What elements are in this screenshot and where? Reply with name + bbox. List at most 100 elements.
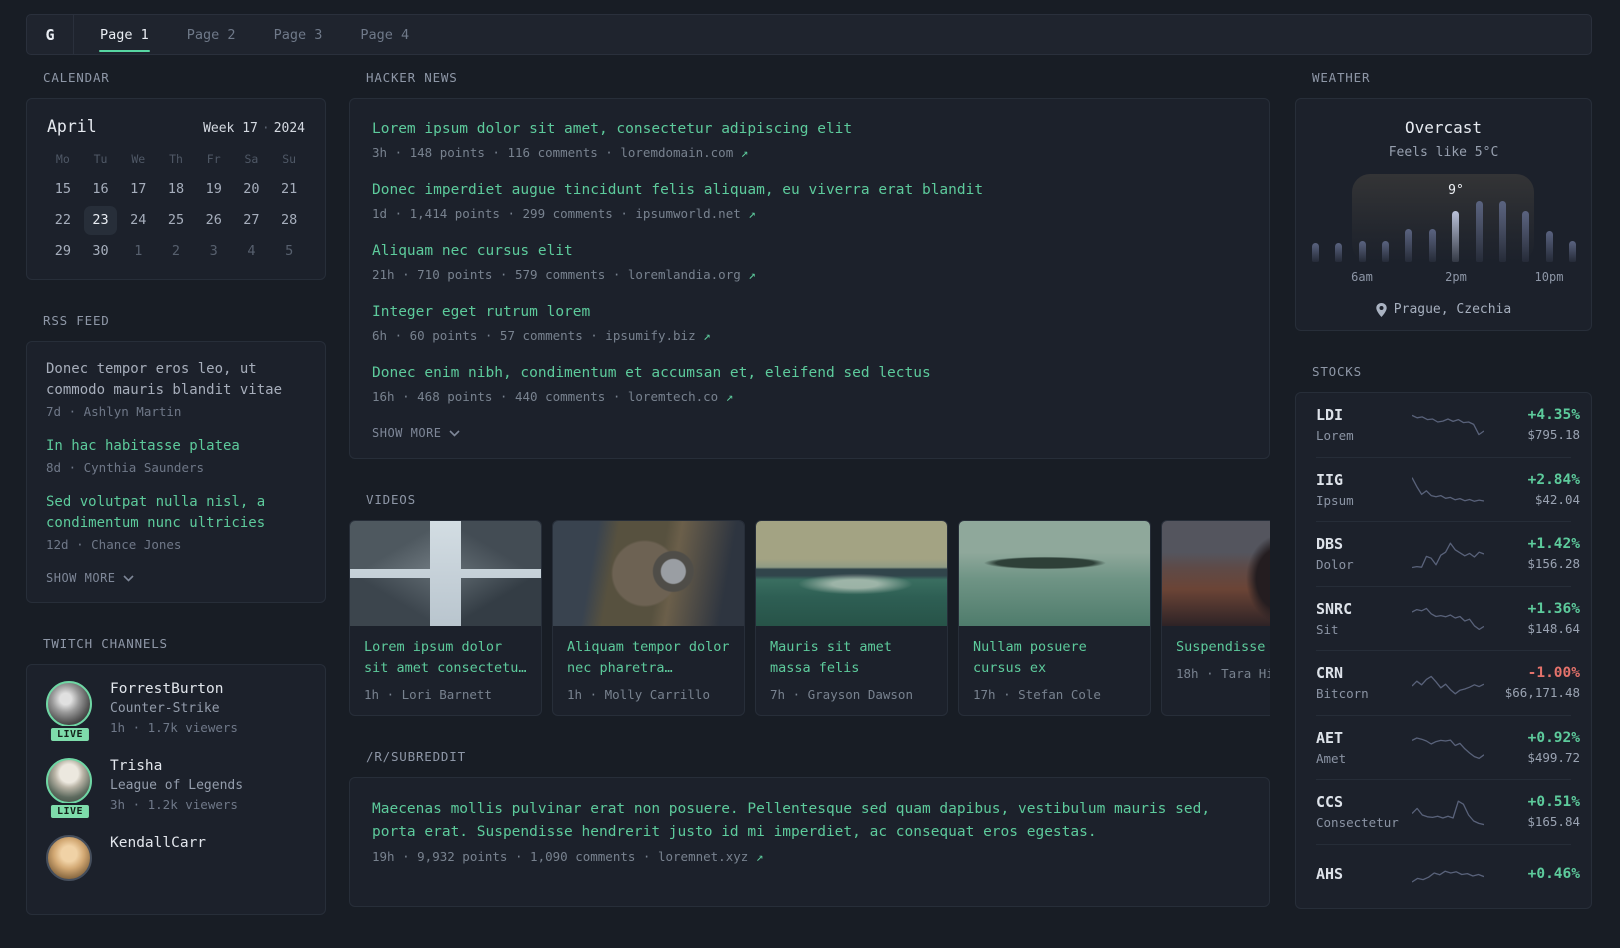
stock-symbol[interactable]: CRN bbox=[1316, 664, 1412, 682]
stock-row[interactable]: IIG Ipsum +2.84% $42.04 bbox=[1316, 456, 1580, 522]
page-tab[interactable]: Page 3 bbox=[262, 15, 335, 54]
hacker-news-item: Donec enim nibh, condimentum et accumsan… bbox=[372, 363, 1247, 404]
page-tab[interactable]: Page 2 bbox=[175, 15, 248, 54]
stock-symbol[interactable]: CCS bbox=[1316, 793, 1412, 811]
stock-symbol[interactable]: IIG bbox=[1316, 471, 1412, 489]
hacker-news-item: Lorem ipsum dolor sit amet, consectetur … bbox=[372, 119, 1247, 160]
stock-sparkline bbox=[1412, 666, 1484, 700]
video-meta: 1h · Lori Barnett bbox=[364, 686, 492, 702]
meta-text: 19h · 9,932 points · 1,090 comments · lo… bbox=[372, 849, 749, 865]
live-badge: LIVE bbox=[48, 803, 92, 820]
video-title[interactable]: Suspendisse diam bbox=[1176, 637, 1270, 658]
stock-row[interactable]: AHS +0.46% bbox=[1316, 843, 1580, 909]
video-thumbnail[interactable] bbox=[553, 521, 744, 627]
calendar-day: 19 bbox=[205, 181, 222, 197]
stock-row[interactable]: LDI Lorem +4.35% $795.18 bbox=[1316, 393, 1580, 457]
stock-row[interactable]: DBS Dolor +1.42% $156.28 bbox=[1316, 521, 1580, 586]
calendar-day: 29 bbox=[54, 243, 71, 259]
stock-row[interactable]: CCS Consectetur +0.51% $165.84 bbox=[1316, 779, 1580, 844]
page-tab[interactable]: Page 4 bbox=[348, 15, 421, 54]
rss-show-more-button[interactable]: SHOW MORE bbox=[46, 569, 306, 589]
twitch-channel-row[interactable]: LIVE ForrestBurton Counter-Strike 1h · 1… bbox=[46, 681, 306, 743]
stock-row[interactable]: CRN Bitcorn -1.00% $66,171.48 bbox=[1316, 650, 1580, 715]
external-link-icon[interactable]: ↗ bbox=[748, 267, 756, 282]
twitch-channel-name[interactable]: KendallCarr bbox=[110, 835, 206, 851]
hacker-news-item-title[interactable]: Aliquam nec cursus elit bbox=[372, 241, 1247, 262]
calendar-day: 22 bbox=[54, 212, 71, 228]
video-title[interactable]: Aliquam tempor dolor nec pharetra… bbox=[567, 637, 730, 679]
video-card[interactable]: Mauris sit amet massa felis 7h · Grayson… bbox=[755, 520, 948, 716]
external-link-icon[interactable]: ↗ bbox=[756, 849, 764, 864]
stocks-section: STOCKS LDI Lorem +4.35% $795.18 IIG Ipsu… bbox=[1295, 364, 1592, 909]
rss-item-title[interactable]: Sed volutpat nulla nisl, a condimentum n… bbox=[46, 492, 306, 534]
calendar-day: 3 bbox=[209, 243, 218, 259]
hacker-news-item: Aliquam nec cursus elit 21h · 710 points… bbox=[372, 241, 1247, 282]
stock-id: AET Amet bbox=[1316, 729, 1412, 766]
twitch-channel-row[interactable]: LIVE Trisha League of Legends 3h · 1.2k … bbox=[46, 758, 306, 820]
rss-section: RSS FEED Donec tempor eros leo, ut commo… bbox=[26, 313, 326, 603]
external-link-icon[interactable]: ↗ bbox=[748, 206, 756, 221]
stock-row[interactable]: AET Amet +0.92% $499.72 bbox=[1316, 714, 1580, 780]
rss-item-title[interactable]: In hac habitasse platea bbox=[46, 436, 306, 457]
stock-id: CRN Bitcorn bbox=[1316, 664, 1412, 701]
video-card[interactable]: Lorem ipsum dolor sit amet consectetu… 1… bbox=[349, 520, 542, 716]
stock-symbol[interactable]: AHS bbox=[1316, 865, 1412, 883]
stock-symbol[interactable]: AET bbox=[1316, 729, 1412, 747]
calendar-day: 26 bbox=[205, 212, 222, 228]
video-card[interactable]: Suspendisse diam 18h · Tara Hills bbox=[1161, 520, 1270, 716]
page-tab[interactable]: Page 1 bbox=[88, 15, 161, 54]
weather-hour-labels: 6am 2pm 10pm bbox=[1312, 270, 1576, 286]
hacker-news-item-title[interactable]: Lorem ipsum dolor sit amet, consectetur … bbox=[372, 119, 1247, 140]
hacker-news-item-meta: 3h · 148 points · 116 comments · loremdo… bbox=[372, 145, 1247, 160]
external-link-icon[interactable]: ↗ bbox=[741, 145, 749, 160]
twitch-avatar-wrap bbox=[46, 835, 94, 881]
twitch-channel-row[interactable]: KendallCarr bbox=[46, 835, 306, 881]
video-thumbnail[interactable] bbox=[350, 521, 541, 627]
stock-symbol[interactable]: LDI bbox=[1316, 406, 1412, 424]
weather-location-text: Prague, Czechia bbox=[1393, 302, 1512, 317]
twitch-channel-name[interactable]: ForrestBurton bbox=[110, 681, 238, 697]
right-column: WEATHER Overcast Feels like 5°C 9° 6am 2p… bbox=[1295, 70, 1592, 942]
hacker-news-item-title[interactable]: Donec enim nibh, condimentum et accumsan… bbox=[372, 363, 1247, 384]
rss-item: In hac habitasse platea 8d · Cynthia Sau… bbox=[46, 436, 306, 475]
stock-name: Sit bbox=[1316, 621, 1339, 637]
weekday-label: Fr bbox=[206, 152, 221, 166]
page-tabs: Page 1 Page 2 Page 3 Page 4 bbox=[88, 15, 435, 54]
external-link-icon[interactable]: ↗ bbox=[703, 328, 711, 343]
stock-id: CCS Consectetur bbox=[1316, 793, 1412, 830]
subreddit-post-meta: 19h · 9,932 points · 1,090 comments · lo… bbox=[372, 849, 1247, 864]
video-card[interactable]: Nullam posuere cursus ex 17h · Stefan Co… bbox=[958, 520, 1151, 716]
stocks-section-title: STOCKS bbox=[1312, 364, 1362, 379]
twitch-channel-name[interactable]: Trisha bbox=[110, 758, 243, 774]
external-link-icon[interactable]: ↗ bbox=[726, 389, 734, 404]
video-title[interactable]: Nullam posuere cursus ex bbox=[973, 637, 1136, 679]
stock-price: $156.28 bbox=[1527, 556, 1580, 572]
hacker-news-section-title: HACKER NEWS bbox=[366, 70, 458, 85]
stock-symbol[interactable]: SNRC bbox=[1316, 600, 1412, 618]
video-title[interactable]: Mauris sit amet massa felis bbox=[770, 637, 933, 679]
rss-item-meta: 12d · Chance Jones bbox=[46, 537, 182, 552]
video-thumbnail[interactable] bbox=[959, 521, 1150, 627]
app-logo[interactable]: G bbox=[27, 15, 74, 54]
calendar-day: 17 bbox=[130, 181, 147, 197]
stock-change-percent: +1.36% bbox=[1527, 600, 1580, 617]
video-thumbnail[interactable] bbox=[1162, 521, 1270, 627]
rss-section-title: RSS FEED bbox=[43, 313, 110, 328]
subreddit-post-title[interactable]: Maecenas mollis pulvinar erat non posuer… bbox=[372, 798, 1247, 844]
stock-name: Amet bbox=[1316, 750, 1347, 766]
stock-symbol[interactable]: DBS bbox=[1316, 535, 1412, 553]
video-card-body: Nullam posuere cursus ex 17h · Stefan Co… bbox=[959, 626, 1150, 715]
stock-values: +4.35% $795.18 bbox=[1484, 407, 1580, 442]
hn-show-more-button[interactable]: SHOW MORE bbox=[372, 424, 1247, 444]
video-title[interactable]: Lorem ipsum dolor sit amet consectetu… bbox=[364, 637, 527, 679]
weather-hour-bar bbox=[1522, 211, 1530, 262]
calendar-day: 16 bbox=[92, 181, 109, 197]
hacker-news-item-title[interactable]: Donec imperdiet augue tincidunt felis al… bbox=[372, 180, 1247, 201]
video-thumbnail[interactable] bbox=[756, 521, 947, 627]
stock-row[interactable]: SNRC Sit +1.36% $148.64 bbox=[1316, 585, 1580, 651]
video-card[interactable]: Aliquam tempor dolor nec pharetra… 1h · … bbox=[552, 520, 745, 716]
twitch-channel-category: Counter-Strike bbox=[110, 701, 220, 716]
rss-item-title[interactable]: Donec tempor eros leo, ut commodo mauris… bbox=[46, 359, 306, 401]
hacker-news-item-title[interactable]: Integer eget rutrum lorem bbox=[372, 302, 1247, 323]
calendar-header: April Week 17 · 2024 bbox=[44, 115, 308, 146]
